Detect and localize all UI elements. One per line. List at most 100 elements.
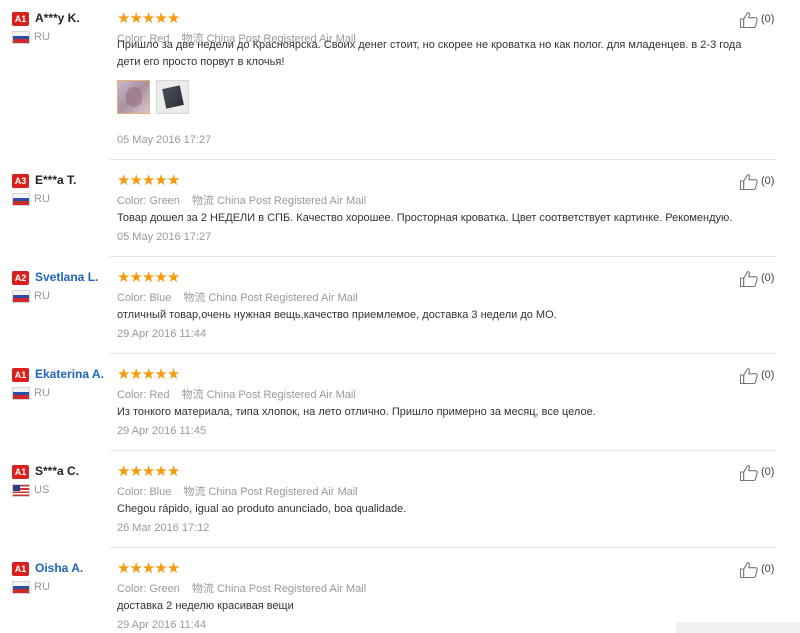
thumbs-up-icon[interactable] xyxy=(739,173,759,191)
star-icon: ★ xyxy=(141,366,155,383)
like-count: (0) xyxy=(761,466,775,478)
star-icon: ★ xyxy=(141,463,155,480)
color-label: Color: xyxy=(117,292,147,304)
star-rating: ★★★★★ xyxy=(117,268,180,286)
thumbs-up-icon[interactable] xyxy=(739,464,759,482)
color-label: Color: xyxy=(117,486,147,498)
shipping-method: 物流 China Post Registered Air Mail xyxy=(183,486,358,498)
star-icon: ★ xyxy=(117,172,130,189)
order-info: Color: Blue 物流 China Post Registered Air M… xyxy=(117,289,358,305)
star-icon: ★ xyxy=(154,172,167,189)
reviewer-name[interactable]: Svetlana L. xyxy=(35,270,98,284)
country-flag-icon xyxy=(13,194,29,205)
country-flag-icon xyxy=(13,32,29,43)
order-info: Color: Green 物流 China Post Registered Air … xyxy=(117,192,366,208)
review-divider xyxy=(110,353,776,354)
order-info: Color: Blue 物流 China Post Registered Air M… xyxy=(117,483,358,499)
star-icon: ★ xyxy=(129,560,142,577)
review-date: 29 Apr 2016 11:45 xyxy=(117,425,207,437)
review-divider xyxy=(110,159,776,160)
review-text: Из тонкого материала, типа хлопок, на ле… xyxy=(117,406,596,418)
shipping-method: 物流 China Post Registered Air Mail xyxy=(191,583,367,595)
review-date: 26 Mar 2016 17:12 xyxy=(117,522,210,534)
helpful-like-button[interactable]: (0) xyxy=(739,270,779,288)
thumbs-up-icon[interactable] xyxy=(739,11,759,29)
photo-content xyxy=(126,87,142,107)
helpful-like-button[interactable]: (0) xyxy=(739,464,779,482)
helpful-like-button[interactable]: (0) xyxy=(739,367,779,385)
review-photo-thumbnail[interactable] xyxy=(156,80,189,114)
helpful-like-button[interactable]: (0) xyxy=(739,173,779,191)
reviewer-country: US xyxy=(34,484,50,496)
reviewer-name: A***y K. xyxy=(35,11,80,25)
star-icon: ★ xyxy=(154,10,167,27)
photo-content xyxy=(162,85,184,109)
reviewer-country: RU xyxy=(34,581,50,593)
star-icon: ★ xyxy=(117,269,130,286)
color-value: Green xyxy=(149,583,180,595)
like-count: (0) xyxy=(761,369,775,381)
thumbs-up-icon[interactable] xyxy=(739,561,759,579)
star-icon: ★ xyxy=(166,269,180,286)
review-text: отличный товар,очень нужная вещь,качеств… xyxy=(117,309,557,321)
reviewer-name[interactable]: Ekaterina A. xyxy=(35,367,104,381)
color-label: Color: xyxy=(117,583,147,595)
like-count: (0) xyxy=(761,13,775,25)
star-icon: ★ xyxy=(117,463,130,480)
star-rating: ★★★★★ xyxy=(117,462,180,480)
reviewer-country: RU xyxy=(34,387,50,399)
country-flag-icon xyxy=(13,582,29,593)
buyer-level-badge: A2 xyxy=(12,271,29,285)
star-icon: ★ xyxy=(166,10,180,27)
review-text: Пришло за две недели до Красноярска. Сво… xyxy=(117,39,742,68)
star-icon: ★ xyxy=(117,10,130,27)
color-value: Blue xyxy=(149,486,172,498)
thumbs-up-icon[interactable] xyxy=(739,367,759,385)
page-corner-bar xyxy=(676,622,800,633)
review-divider xyxy=(110,256,776,257)
reviewer-name: E***a T. xyxy=(35,173,77,187)
like-count: (0) xyxy=(761,563,775,575)
reviewer-country: RU xyxy=(34,290,50,302)
star-rating: ★★★★★ xyxy=(117,171,180,189)
color-label: Color: xyxy=(117,195,147,207)
reviewer-country: RU xyxy=(34,193,50,205)
review-text: Chegou rápido, igual ao produto anunciad… xyxy=(117,503,407,515)
star-icon: ★ xyxy=(129,366,142,383)
color-value: Blue xyxy=(149,292,172,304)
color-value: Green xyxy=(149,195,180,207)
order-info: Color: Green 物流 China Post Registered Air … xyxy=(117,580,366,596)
review-item: A1 Ekaterina A. RU ★★★★★ Color: Red 物流 China P… xyxy=(0,366,778,437)
helpful-like-button[interactable]: (0) xyxy=(739,11,779,29)
review-text: Товар дошел за 2 НЕДЕЛИ в СПБ. Качество … xyxy=(117,212,733,224)
star-icon: ★ xyxy=(141,172,155,189)
like-count: (0) xyxy=(761,272,775,284)
star-rating: ★★★★★ xyxy=(117,9,180,27)
star-icon: ★ xyxy=(141,269,155,286)
review-photo-thumbnail[interactable] xyxy=(117,80,150,114)
review-item: A1 A***y K. RU ★★★★★ Color: Red 物流 China Post … xyxy=(0,10,778,146)
order-info: Color: Red 物流 China Post Registered Air Ma… xyxy=(117,386,356,402)
reviewer-name[interactable]: Oisha A. xyxy=(35,561,83,575)
star-icon: ★ xyxy=(129,269,142,286)
star-icon: ★ xyxy=(154,560,167,577)
star-icon: ★ xyxy=(166,560,180,577)
buyer-level-badge: A1 xyxy=(12,465,29,479)
star-icon: ★ xyxy=(129,463,142,480)
star-icon: ★ xyxy=(129,10,142,27)
star-icon: ★ xyxy=(141,10,155,27)
buyer-level-badge: A1 xyxy=(12,368,29,382)
review-item: A2 Svetlana L. RU ★★★★★ Color: Blue 物流 China P… xyxy=(0,269,778,340)
shipping-method: 物流 China Post Registered Air Mail xyxy=(181,389,356,401)
buyer-level-badge: A1 xyxy=(12,562,29,576)
star-icon: ★ xyxy=(154,463,167,480)
review-divider xyxy=(110,450,776,451)
reviewer-name: S***a C. xyxy=(35,464,80,478)
thumbs-up-icon[interactable] xyxy=(739,270,759,288)
star-icon: ★ xyxy=(154,269,167,286)
shipping-method: 物流 China Post Registered Air Mail xyxy=(183,292,358,304)
review-date: 05 May 2016 17:27 xyxy=(117,134,212,146)
star-icon: ★ xyxy=(166,172,180,189)
helpful-like-button[interactable]: (0) xyxy=(739,561,779,579)
star-rating: ★★★★★ xyxy=(117,559,180,577)
